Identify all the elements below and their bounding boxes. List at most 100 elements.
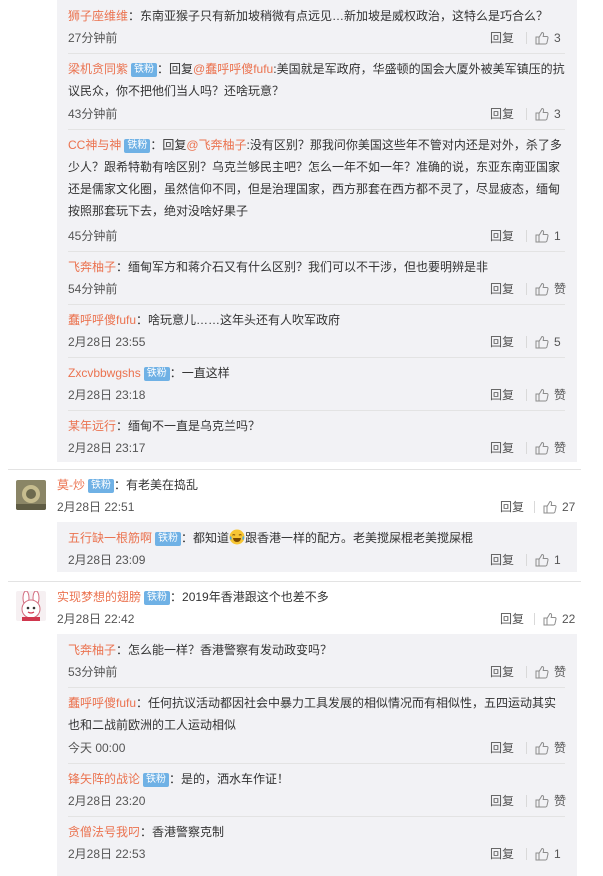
reply-button[interactable]: 回复 <box>490 385 514 405</box>
reply-username[interactable]: 飞奔柚子 <box>68 260 116 274</box>
reply-username[interactable]: 飞奔柚子 <box>68 643 116 657</box>
reply-button[interactable]: 回复 <box>500 497 524 517</box>
like-count: 赞 <box>554 794 567 808</box>
mention-link[interactable]: @飞奔柚子 <box>186 138 246 152</box>
reply-username[interactable]: 锋矢阵的战论 <box>68 772 140 786</box>
reply-text: ：香港警察克制 <box>140 825 225 839</box>
like-count: 3 <box>554 31 561 45</box>
comment-username[interactable]: 实现梦想的翅膀 <box>57 590 141 604</box>
like-button[interactable]: 赞 <box>535 738 566 758</box>
avatar[interactable] <box>16 591 46 621</box>
like-button[interactable]: 22 <box>543 609 575 629</box>
divider <box>8 581 581 582</box>
reply-button[interactable]: 回复 <box>490 279 514 299</box>
reply-button[interactable]: 回复 <box>490 662 514 682</box>
reply-meta: 2月28日 23:09 回复 1 <box>68 550 565 570</box>
reply-meta: 53分钟前 回复 赞 <box>68 662 566 682</box>
reply-meta: 27分钟前 回复 3 <box>68 28 565 48</box>
like-count: 22 <box>562 612 576 626</box>
thumb-up-icon <box>535 31 554 45</box>
reply-username[interactable]: Zxcvbbwgshs <box>68 366 141 380</box>
divider <box>68 129 565 130</box>
reply-username[interactable]: 五行缺一根筋啊 <box>68 531 152 545</box>
like-button[interactable]: 3 <box>535 28 561 48</box>
reply-meta: 2月28日 23:17 回复 赞 <box>68 438 566 458</box>
like-button[interactable]: 3 <box>535 104 561 124</box>
reply-username[interactable]: 蠢呼呼傻fufu <box>68 313 136 327</box>
reply-button[interactable]: 回复 <box>490 226 514 246</box>
reply-content: Zxcvbbwgshs 铁粉 ：一直这样 <box>68 362 565 384</box>
reply-text: ：怎么能一样？香港警察有发动政变吗？ <box>116 643 333 657</box>
reply-item: 某年远行：缅甸不一直是乌克兰吗？ <box>68 415 565 437</box>
thumb-up-icon <box>535 388 554 402</box>
thumb-up-icon <box>543 500 562 514</box>
reply-button[interactable]: 回复 <box>490 438 514 458</box>
reply-text: ：一直这样 <box>169 366 230 380</box>
reply-prefix: ：回复 <box>157 62 194 76</box>
reply-username[interactable]: 狮子座维维 <box>68 9 128 23</box>
reply-username[interactable]: 梁机贪同紫 <box>68 62 128 76</box>
divider <box>68 304 565 305</box>
reply-prefix: ：回复 <box>150 138 187 152</box>
reply-button[interactable]: 回复 <box>490 28 514 48</box>
like-button[interactable]: 赞 <box>535 279 566 299</box>
avatar[interactable] <box>16 480 46 510</box>
divider <box>526 389 527 401</box>
reply-content: 蠢呼呼傻fufu：任何抗议活动都因社会中暴力工具发展的相似情况而有相似性，五四运… <box>68 692 565 736</box>
reply-button[interactable]: 回复 <box>490 332 514 352</box>
reply-item: 五行缺一根筋啊 铁粉 ：都知道 跟香港一样的配方。老美搅屎棍老美搅屎棍 <box>68 527 565 552</box>
like-count: 1 <box>554 847 561 861</box>
fan-badge: 铁粉 <box>88 479 114 493</box>
reply-button[interactable]: 回复 <box>490 738 514 758</box>
reply-content: 狮子座维维：东南亚猴子只有新加坡稍微有点远见…新加坡是威权政治，这特么是巧合么？ <box>68 5 565 27</box>
like-count: 5 <box>554 335 561 349</box>
comment-meta: 2月28日 22:51 回复 27 <box>57 497 581 517</box>
like-button[interactable]: 1 <box>535 550 561 570</box>
comment-content: 莫-炒 铁粉 ：有老美在捣乱 <box>57 475 581 495</box>
comment-username[interactable]: 莫-炒 <box>57 478 85 492</box>
divider <box>526 666 527 678</box>
divider <box>534 613 535 625</box>
laugh-cry-emoji-icon <box>229 529 245 552</box>
divider <box>526 742 527 754</box>
reply-button[interactable]: 回复 <box>490 844 514 864</box>
reply-content: 某年远行：缅甸不一直是乌克兰吗？ <box>68 415 565 437</box>
reply-username[interactable]: 贪僧法号我叼 <box>68 825 140 839</box>
reply-button[interactable]: 回复 <box>490 104 514 124</box>
divider <box>68 763 565 764</box>
reply-text: 跟香港一样的配方。老美搅屎棍老美搅屎棍 <box>245 531 474 545</box>
fan-badge: 铁粉 <box>144 591 171 605</box>
like-button[interactable]: 27 <box>543 497 575 517</box>
reply-button[interactable]: 回复 <box>500 609 524 629</box>
reply-button[interactable]: 回复 <box>490 550 514 570</box>
mention-link[interactable]: @蠢呼呼傻fufu <box>193 62 273 76</box>
like-count: 赞 <box>554 741 567 755</box>
reply-content: 蠢呼呼傻fufu：啥玩意儿……这年头还有人吹军政府 <box>68 309 565 331</box>
reply-time: 2月28日 23:55 <box>68 335 146 349</box>
like-button[interactable]: 赞 <box>535 791 566 811</box>
thumb-up-icon <box>535 107 554 121</box>
thumb-up-icon <box>535 665 554 679</box>
like-count: 赞 <box>554 282 567 296</box>
comment-text: ：有老美在捣乱 <box>114 478 199 492</box>
like-count: 赞 <box>554 388 567 402</box>
thumb-up-icon <box>535 282 554 296</box>
like-count: 3 <box>554 107 561 121</box>
reply-username[interactable]: 蠢呼呼傻fufu <box>68 696 136 710</box>
reply-meta: 2月28日 23:20 回复 赞 <box>68 791 566 811</box>
reply-button[interactable]: 回复 <box>490 791 514 811</box>
reply-text: ：啥玩意儿……这年头还有人吹军政府 <box>136 313 341 327</box>
like-button[interactable]: 1 <box>535 844 561 864</box>
divider <box>526 108 527 120</box>
thumb-up-icon <box>535 553 554 567</box>
like-button[interactable]: 赞 <box>535 438 566 458</box>
reply-content: 飞奔柚子：怎么能一样？香港警察有发动政变吗？ <box>68 639 565 661</box>
like-button[interactable]: 5 <box>535 332 561 352</box>
reply-meta: 43分钟前 回复 3 <box>68 104 565 124</box>
like-button[interactable]: 赞 <box>535 385 566 405</box>
reply-username[interactable]: 某年远行 <box>68 419 116 433</box>
reply-username[interactable]: CC神与神 <box>68 138 121 152</box>
like-button[interactable]: 赞 <box>535 662 566 682</box>
reply-item: Zxcvbbwgshs 铁粉 ：一直这样 <box>68 362 565 384</box>
like-button[interactable]: 1 <box>535 226 561 246</box>
